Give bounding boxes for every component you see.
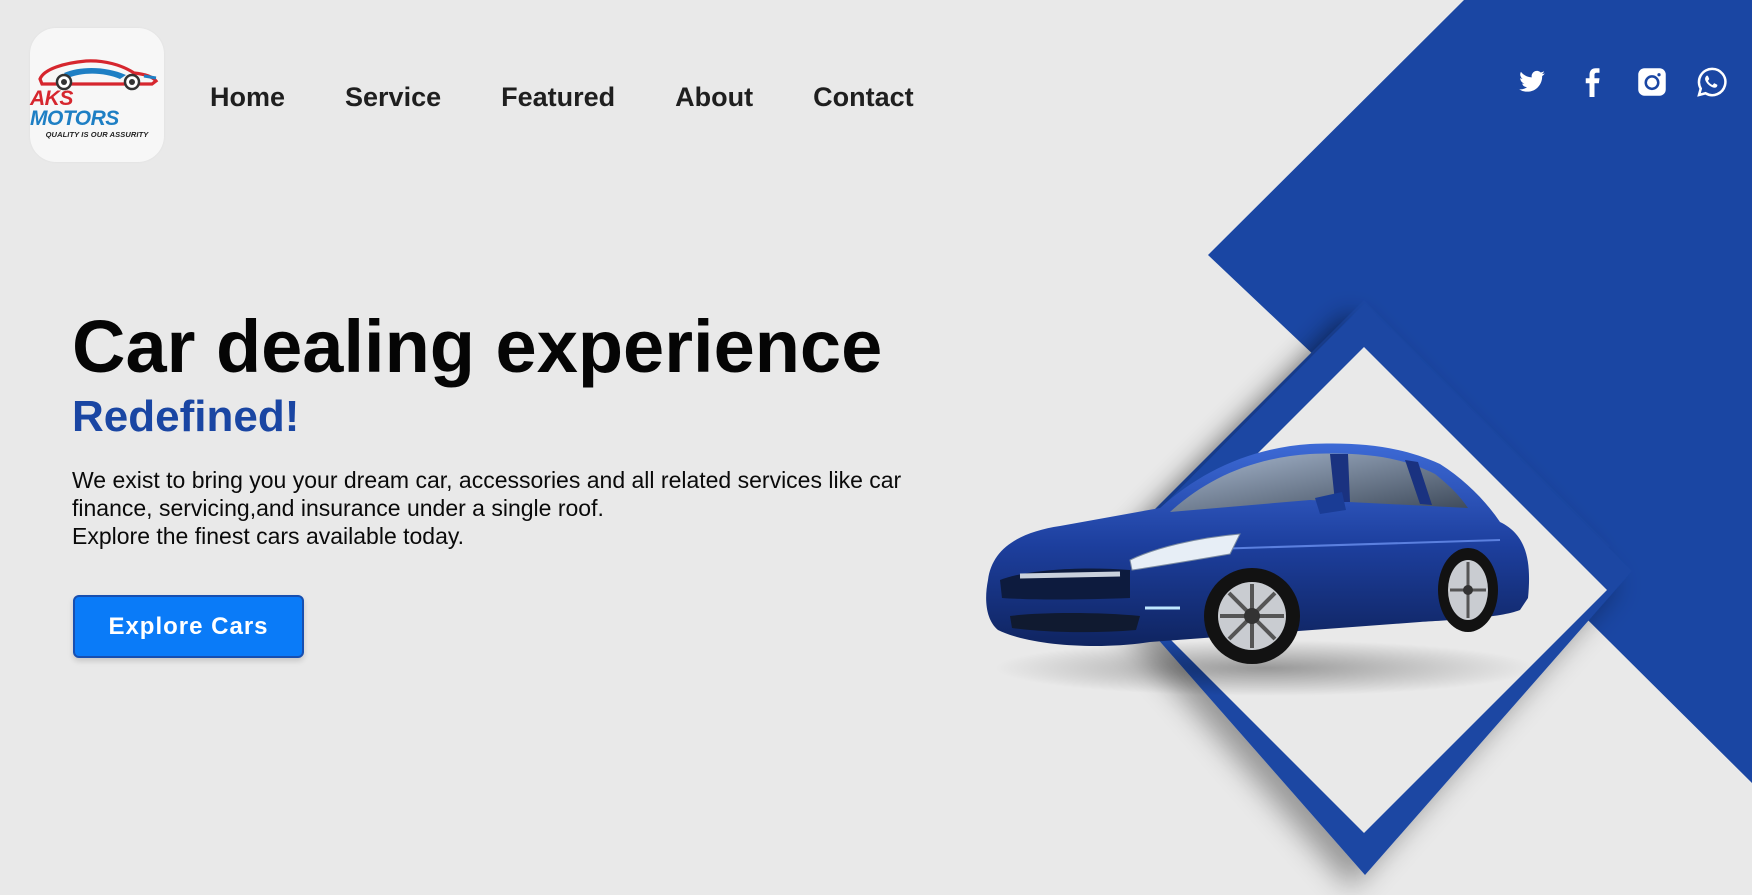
- hero-description-line: finance, servicing,and insurance under a…: [72, 495, 604, 521]
- main-nav: Home Service Featured About Contact: [210, 80, 974, 114]
- twitter-icon[interactable]: [1516, 66, 1548, 98]
- nav-item-service[interactable]: Service: [345, 80, 441, 114]
- hero-description-line: Explore the finest cars available today.: [72, 523, 465, 549]
- hero-description-line: We exist to bring you your dream car, ac…: [72, 467, 902, 493]
- brand-name: AKS MOTORS: [30, 88, 164, 130]
- blue-sedan-image: [986, 443, 1535, 696]
- social-links: [1516, 66, 1728, 98]
- instagram-icon[interactable]: [1636, 66, 1668, 98]
- car-logo-icon: [38, 59, 159, 91]
- hero-description: We exist to bring you your dream car, ac…: [72, 466, 972, 550]
- facebook-icon[interactable]: [1576, 66, 1608, 98]
- brand-tagline: QUALITY IS OUR ASSURITY: [45, 130, 149, 139]
- whatsapp-icon[interactable]: [1696, 66, 1728, 98]
- hero-subtitle: Redefined!: [72, 392, 300, 441]
- explore-cars-button[interactable]: Explore Cars: [73, 595, 304, 658]
- nav-item-about[interactable]: About: [675, 80, 753, 114]
- nav-item-home[interactable]: Home: [210, 80, 285, 114]
- nav-item-featured[interactable]: Featured: [501, 80, 615, 114]
- hero-title: Car dealing experience: [72, 305, 883, 388]
- brand-logo[interactable]: AKS MOTORS QUALITY IS OUR ASSURITY: [30, 28, 164, 162]
- brand-name-part2: MOTORS: [30, 107, 119, 130]
- nav-item-contact[interactable]: Contact: [813, 80, 914, 114]
